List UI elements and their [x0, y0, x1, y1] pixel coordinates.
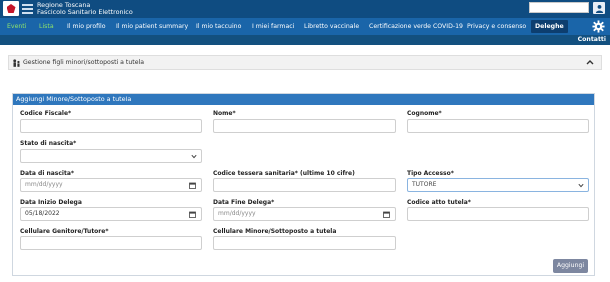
cell-minore-label: Cellulare Minore/Sottoposto a tutela — [213, 228, 337, 235]
brand-title: Regione Toscana Fascicolo Sanitario Elet… — [37, 1, 133, 16]
nav-lista[interactable]: Lista — [39, 18, 54, 35]
cell-genitore-input[interactable] — [20, 236, 202, 250]
top-header: Regione Toscana Fascicolo Sanitario Elet… — [0, 0, 610, 18]
nav-certificazione-covid[interactable]: Certificazione verde COVID-19 — [369, 18, 463, 35]
stato-nascita-label: Stato di nascita* — [20, 140, 77, 147]
nav-farmaci[interactable]: I miei farmaci — [252, 18, 294, 35]
stato-nascita-select[interactable] — [20, 149, 202, 163]
codice-atto-input[interactable] — [407, 207, 589, 221]
regione-toscana-logo-icon — [3, 1, 19, 16]
gestione-figli-panel-header[interactable]: Gestione figli minori/sottoposti a tutel… — [8, 55, 602, 70]
cognome-label: Cognome* — [407, 110, 442, 117]
codice-fiscale-label: Codice Fiscale* — [20, 110, 72, 117]
chevron-down-icon — [191, 154, 197, 159]
cognome-input[interactable] — [407, 119, 589, 133]
cell-genitore-label: Cellulare Genitore/Tutore* — [20, 228, 109, 235]
aggiungi-button[interactable]: Aggiungi — [553, 259, 588, 273]
gear-icon[interactable] — [592, 20, 605, 33]
contatti-link[interactable]: Contatti — [578, 35, 606, 45]
family-icon — [13, 59, 20, 67]
calendar-icon[interactable] — [189, 182, 196, 189]
sub-bar: Contatti — [0, 35, 610, 45]
chevron-up-icon[interactable] — [586, 59, 594, 65]
cell-minore-input[interactable] — [213, 236, 396, 250]
calendar-icon[interactable] — [383, 211, 390, 218]
data-inizio-value: 05/18/2022 — [25, 210, 60, 217]
tipo-accesso-value: TUTORE — [412, 181, 437, 188]
nav-patient-summary[interactable]: Il mio patient summary — [116, 18, 188, 35]
brand-logo[interactable]: Regione Toscana Fascicolo Sanitario Elet… — [3, 1, 133, 16]
brand-line-2: Fascicolo Sanitario Elettronico — [37, 7, 133, 16]
nav-taccuino[interactable]: Il mio taccuino — [196, 18, 241, 35]
data-fine-placeholder: mm/dd/yyyy — [218, 210, 256, 217]
data-fine-input[interactable]: mm/dd/yyyy — [213, 207, 396, 221]
tipo-accesso-label: Tipo Accesso* — [407, 170, 454, 177]
user-account-icon[interactable] — [593, 2, 605, 14]
data-inizio-label: Data Inizio Delega — [20, 199, 82, 206]
nav-eventi[interactable]: Eventi — [7, 18, 26, 35]
tessera-input[interactable] — [213, 178, 396, 192]
data-inizio-input[interactable]: 05/18/2022 — [20, 207, 202, 221]
data-nascita-input[interactable]: mm/dd/yyyy — [20, 178, 202, 192]
card-title: Aggiungi Minore/Sottoposto a tutela — [13, 94, 594, 105]
nav-profilo[interactable]: Il mio profilo — [67, 18, 106, 35]
codice-fiscale-input[interactable] — [20, 119, 202, 133]
codice-atto-label: Codice atto tutela* — [407, 199, 471, 206]
data-nascita-placeholder: mm/dd/yyyy — [25, 181, 63, 188]
nome-label: Nome* — [213, 110, 236, 117]
panel-title: Gestione figli minori/sottoposti a tutel… — [23, 59, 145, 66]
calendar-icon[interactable] — [189, 211, 196, 218]
tessera-label: Codice tessera sanitaria* (ultime 10 cif… — [213, 170, 355, 177]
nav-deleghe[interactable]: Deleghe — [531, 20, 568, 33]
search-input[interactable] — [529, 2, 589, 13]
chevron-down-icon — [578, 183, 584, 188]
data-fine-label: Data Fine Delega* — [213, 199, 275, 206]
nav-libretto-vaccinale[interactable]: Libretto vaccinale — [304, 18, 359, 35]
logo-text-mark-icon — [22, 1, 33, 16]
nome-input[interactable] — [213, 119, 396, 133]
tipo-accesso-select[interactable]: TUTORE — [407, 178, 589, 192]
nav-privacy[interactable]: Privacy e consenso — [467, 18, 526, 35]
main-nav: Eventi Lista Il mio profilo Il mio patie… — [0, 18, 610, 35]
data-nascita-label: Data di nascita* — [20, 170, 75, 177]
